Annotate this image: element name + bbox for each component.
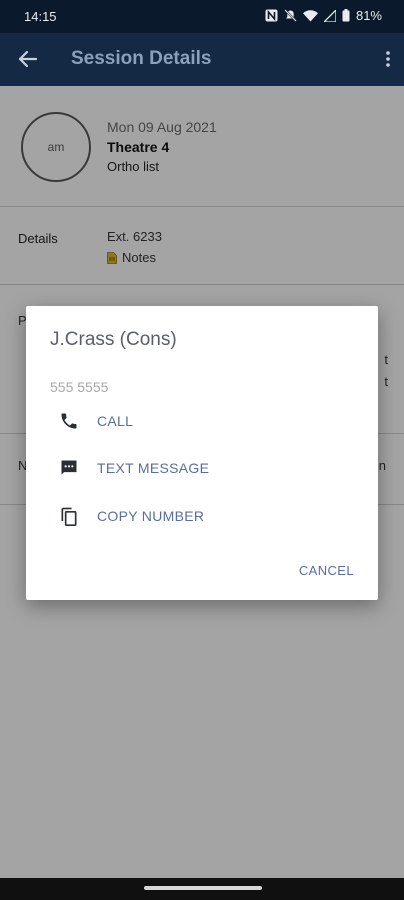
mute-icon: [284, 9, 297, 22]
battery-percent: 81%: [355, 8, 382, 23]
message-icon: [58, 457, 80, 479]
text-message-action[interactable]: TEXT MESSAGE: [58, 457, 209, 479]
more-vert-icon[interactable]: [386, 50, 390, 68]
page-title: Session Details: [71, 48, 212, 69]
cancel-button[interactable]: CANCEL: [299, 563, 354, 578]
status-time: 14:15: [24, 9, 57, 24]
signal-icon: [323, 9, 336, 22]
battery-icon: [342, 9, 350, 22]
status-icons: 81%: [265, 8, 382, 23]
app-bar: Session Details: [0, 33, 404, 86]
contact-dialog: J.Crass (Cons) 555 5555 CALL TEXT MESSAG…: [26, 306, 378, 600]
system-nav-bar: [0, 878, 404, 900]
copy-number-label: COPY NUMBER: [97, 508, 205, 524]
phone-number: 555 5555: [50, 379, 109, 395]
text-message-label: TEXT MESSAGE: [97, 460, 210, 476]
status-bar: 14:15 81%: [0, 0, 404, 33]
call-action[interactable]: CALL: [58, 410, 133, 432]
phone-icon: [58, 410, 80, 432]
home-gesture-handle[interactable]: [144, 886, 262, 890]
back-arrow-icon[interactable]: [18, 50, 38, 68]
call-label: CALL: [97, 413, 134, 429]
wifi-icon: [302, 9, 318, 21]
copy-number-action[interactable]: COPY NUMBER: [58, 505, 204, 527]
dialog-title: J.Crass (Cons): [50, 329, 177, 350]
nfc-icon: [265, 9, 278, 22]
copy-icon: [58, 505, 80, 527]
